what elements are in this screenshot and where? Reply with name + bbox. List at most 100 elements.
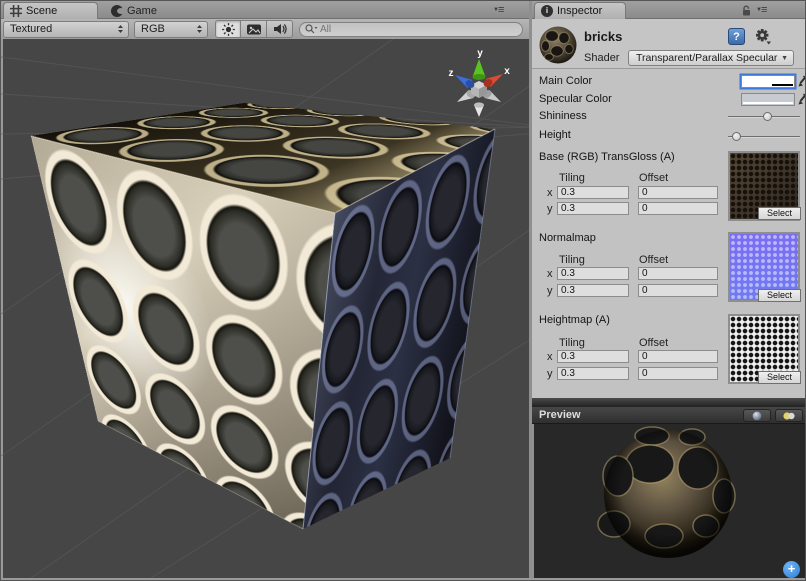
section-title: Heightmap (A) bbox=[539, 314, 610, 326]
preview-title: Preview bbox=[539, 409, 581, 421]
offset-header: Offset bbox=[639, 337, 668, 349]
color-mode-value: RGB bbox=[141, 23, 165, 35]
inspector-tabbar: i Inspector ▼≡ bbox=[532, 1, 806, 19]
inspector-pane-menu-icon[interactable]: ▼≡ bbox=[756, 5, 766, 15]
chevron-down-icon: ▼ bbox=[781, 55, 788, 62]
lighting-toggle-button[interactable] bbox=[215, 20, 241, 38]
material-header: bricks Shader Transparent/Parallax Specu… bbox=[532, 19, 806, 69]
height-offset-y-field[interactable] bbox=[638, 367, 718, 380]
tiling-header: Tiling bbox=[559, 337, 585, 349]
offset-header: Offset bbox=[639, 172, 668, 184]
tab-inspector-label: Inspector bbox=[557, 3, 602, 19]
preview-shape-button[interactable] bbox=[743, 409, 771, 422]
normal-tiling-x-field[interactable] bbox=[557, 267, 629, 280]
base-texture-select-button[interactable]: Select bbox=[758, 207, 801, 220]
y-row-label: y bbox=[547, 203, 553, 215]
sun-icon bbox=[221, 22, 236, 37]
speaker-icon bbox=[272, 21, 288, 37]
updown-arrows-icon bbox=[196, 24, 203, 34]
height-slider[interactable] bbox=[728, 136, 800, 138]
tab-scene-label: Scene bbox=[26, 3, 57, 19]
tab-game[interactable]: Game bbox=[105, 2, 163, 19]
cube-object[interactable] bbox=[1, 39, 529, 578]
normal-offset-x-field[interactable] bbox=[638, 267, 718, 280]
search-icon bbox=[304, 23, 318, 35]
material-name: bricks bbox=[584, 29, 622, 44]
height-label: Height bbox=[539, 129, 571, 141]
scene-pane-menu-icon[interactable]: ▼≡ bbox=[493, 5, 503, 15]
normal-offset-y-field[interactable] bbox=[638, 284, 718, 297]
scene-tabbar: Scene Game ▼≡ bbox=[1, 1, 529, 19]
info-icon: i bbox=[541, 5, 553, 17]
scene-viewport[interactable]: y x z bbox=[1, 39, 529, 578]
section-title: Base (RGB) TransGloss (A) bbox=[539, 151, 675, 163]
help-icon[interactable]: ? bbox=[728, 28, 745, 45]
scene-toolbar: Textured RGB bbox=[1, 19, 529, 39]
section-title: Normalmap bbox=[539, 232, 596, 244]
base-offset-x-field[interactable] bbox=[638, 186, 718, 199]
y-row-label: y bbox=[547, 285, 553, 297]
scene-panel: Scene Game ▼≡ Textured RGB bbox=[1, 1, 529, 581]
height-tiling-y-field[interactable] bbox=[557, 367, 629, 380]
material-preview-icon bbox=[538, 25, 578, 65]
base-tiling-x-field[interactable] bbox=[557, 186, 629, 199]
preview-header[interactable]: Preview bbox=[532, 407, 806, 424]
x-row-label: x bbox=[547, 268, 553, 280]
lock-icon[interactable] bbox=[741, 5, 752, 17]
tab-game-label: Game bbox=[127, 3, 157, 19]
x-row-label: x bbox=[547, 351, 553, 363]
normalmap-select-button[interactable]: Select bbox=[758, 289, 801, 302]
main-color-label: Main Color bbox=[539, 75, 592, 87]
tab-inspector[interactable]: i Inspector bbox=[534, 2, 626, 19]
preview-area[interactable]: + bbox=[532, 424, 806, 581]
gear-icon[interactable] bbox=[754, 28, 772, 45]
shininess-slider-handle[interactable] bbox=[763, 112, 772, 121]
shininess-slider[interactable] bbox=[728, 116, 800, 118]
eyedropper-icon[interactable] bbox=[797, 92, 806, 106]
normal-tiling-y-field[interactable] bbox=[557, 284, 629, 297]
tiling-header: Tiling bbox=[559, 254, 585, 266]
gizmo-z-label: z bbox=[449, 68, 454, 79]
eyedropper-icon[interactable] bbox=[797, 74, 806, 88]
base-offset-y-field[interactable] bbox=[638, 202, 718, 215]
tab-scene[interactable]: Scene bbox=[3, 2, 98, 19]
preview-lighting-button[interactable] bbox=[775, 409, 803, 422]
updown-arrows-icon bbox=[117, 24, 124, 34]
shader-label: Shader bbox=[584, 52, 619, 64]
shader-dropdown[interactable]: Transparent/Parallax Specular ▼ bbox=[628, 50, 794, 66]
sphere-icon bbox=[752, 411, 762, 421]
height-tiling-x-field[interactable] bbox=[557, 350, 629, 363]
specular-color-alpha-bar bbox=[743, 102, 793, 105]
inspector-panel: i Inspector ▼≡ bbox=[532, 1, 806, 581]
heightmap-select-button[interactable]: Select bbox=[758, 371, 801, 384]
height-offset-x-field[interactable] bbox=[638, 350, 718, 363]
offset-header: Offset bbox=[639, 254, 668, 266]
add-preview-icon[interactable]: + bbox=[783, 561, 800, 578]
skybox-toggle-button[interactable] bbox=[241, 20, 267, 38]
gizmo-y-label: y bbox=[477, 48, 483, 59]
shininess-label: Shininess bbox=[539, 110, 587, 122]
color-mode-dropdown[interactable]: RGB bbox=[134, 21, 208, 38]
preview-separator bbox=[532, 398, 806, 407]
render-mode-dropdown[interactable]: Textured bbox=[3, 21, 129, 38]
scene-search-input[interactable] bbox=[318, 23, 498, 36]
scene-toggle-group bbox=[215, 20, 293, 38]
y-row-label: y bbox=[547, 368, 553, 380]
lights-icon bbox=[782, 411, 796, 421]
specular-color-swatch[interactable] bbox=[741, 93, 795, 106]
main-color-swatch[interactable] bbox=[741, 75, 795, 88]
audio-toggle-button[interactable] bbox=[267, 20, 293, 38]
specular-color-label: Specular Color bbox=[539, 93, 612, 105]
render-mode-value: Textured bbox=[10, 23, 52, 35]
scene-search-field[interactable] bbox=[299, 22, 523, 37]
height-slider-handle[interactable] bbox=[732, 132, 741, 141]
base-tiling-y-field[interactable] bbox=[557, 202, 629, 215]
gizmo-x-label: x bbox=[504, 66, 510, 77]
game-icon bbox=[111, 5, 123, 17]
shader-value: Transparent/Parallax Specular bbox=[636, 52, 777, 64]
image-icon bbox=[246, 22, 262, 37]
preview-sphere bbox=[534, 424, 805, 578]
unity-editor-window: Scene Game ▼≡ Textured RGB bbox=[0, 0, 806, 581]
tiling-header: Tiling bbox=[559, 172, 585, 184]
main-color-alpha-bar bbox=[743, 84, 793, 87]
